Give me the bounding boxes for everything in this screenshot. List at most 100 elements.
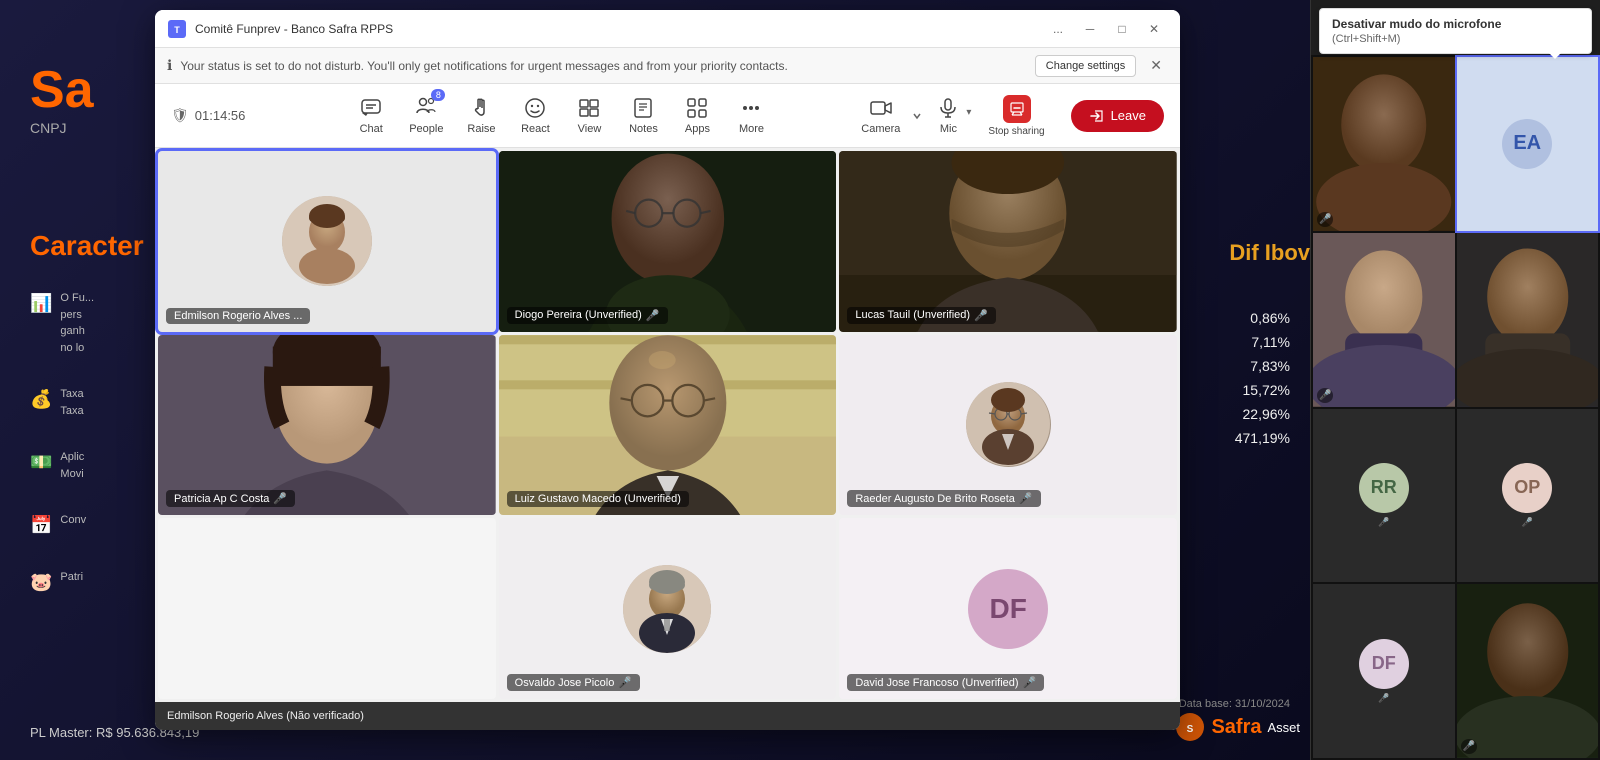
- piggy-bank-icon: 🐷: [30, 569, 52, 596]
- camera-label: Camera: [861, 123, 900, 135]
- thumb-df[interactable]: DF 🎤: [1313, 584, 1455, 758]
- raise-label: Raise: [467, 123, 495, 135]
- cash-icon: 💵: [30, 449, 52, 476]
- info-icon: ℹ: [167, 57, 172, 74]
- camera-group: Camera: [853, 90, 926, 142]
- people-label: People: [409, 123, 443, 135]
- raise-hand-icon: [469, 96, 493, 120]
- camera-button[interactable]: Camera: [853, 90, 908, 141]
- calendar-icon: 📅: [30, 512, 52, 539]
- title-bar: T Comitê Funprev - Banco Safra RPPS ... …: [155, 10, 1180, 48]
- right-participants-panel: Desativar mudo do microfone (Ctrl+Shift+…: [1310, 0, 1600, 760]
- thumb-female-1[interactable]: 🎤: [1313, 233, 1455, 407]
- video-cell-diogo: Diogo Pereira (Unverified) 🎤: [499, 151, 837, 332]
- osvaldo-name: Osvaldo Jose Picolo: [515, 677, 615, 689]
- raeder-avatar: [966, 382, 1051, 467]
- stop-sharing-icon: [1003, 95, 1031, 123]
- name-tag-lucas: Lucas Tauil (Unverified) 🎤: [847, 307, 995, 324]
- name-tag-david: David Jose Francoso (Unverified) 🎤: [847, 674, 1044, 691]
- more-label: More: [739, 123, 764, 135]
- name-tag-diogo: Diogo Pereira (Unverified) 🎤: [507, 307, 668, 324]
- thumb-person-1[interactable]: 🎤: [1313, 57, 1455, 231]
- apps-label: Apps: [685, 123, 710, 135]
- svg-text:T: T: [174, 25, 180, 35]
- leave-label: Leave: [1111, 108, 1146, 123]
- mic-label: Mic: [940, 123, 957, 135]
- ibov-title: Dif Ibov: [1229, 240, 1310, 266]
- stop-sharing-button[interactable]: Stop sharing: [978, 89, 1054, 143]
- patricia-name: Patricia Ap C Costa: [174, 493, 269, 505]
- thumb-ea-avatar: EA: [1502, 119, 1552, 169]
- shield-security-icon: 🛡: [171, 107, 189, 124]
- david-avatar: DF: [968, 569, 1048, 649]
- cnpj: CNPJ: [30, 120, 67, 136]
- maximize-btn[interactable]: □: [1108, 17, 1136, 41]
- diogo-mic-icon: 🎤: [646, 309, 660, 322]
- thumb-male-3[interactable]: 🎤: [1457, 584, 1599, 758]
- people-icon: 8: [414, 96, 438, 120]
- people-button[interactable]: 8 People: [399, 90, 453, 141]
- toolbar: 🛡 01:14:56 Chat: [155, 84, 1180, 148]
- thumb-op-avatar: OP: [1502, 463, 1552, 513]
- apps-icon: [685, 96, 709, 120]
- name-tag-raeder: Raeder Augusto De Brito Roseta 🎤: [847, 490, 1040, 507]
- thumb-op[interactable]: OP 🎤: [1457, 409, 1599, 583]
- close-btn[interactable]: ✕: [1140, 17, 1168, 41]
- view-button[interactable]: View: [563, 90, 615, 141]
- chat-label: Chat: [360, 123, 383, 135]
- data-base: Data base: 31/10/2024: [1179, 698, 1290, 710]
- raise-button[interactable]: Raise: [455, 90, 507, 141]
- teams-window: T Comitê Funprev - Banco Safra RPPS ... …: [155, 10, 1180, 730]
- minimize-btn[interactable]: ─: [1076, 17, 1104, 41]
- video-cell-david: DF David Jose Francoso (Unverified) 🎤: [839, 518, 1177, 699]
- camera-chevron-btn[interactable]: [908, 90, 926, 142]
- people-count-badge: 8: [431, 89, 445, 101]
- react-button[interactable]: React: [509, 90, 561, 141]
- thumb-3-mic: 🎤: [1317, 388, 1333, 403]
- svg-text:S: S: [1187, 724, 1194, 735]
- lucas-name: Lucas Tauil (Unverified): [855, 309, 970, 321]
- raeder-name: Raeder Augusto De Brito Roseta: [855, 493, 1015, 505]
- more-button[interactable]: More: [725, 90, 777, 141]
- stats-values: 0,86% 7,11% 7,83% 15,72% 22,96% 471,19%: [1235, 310, 1290, 446]
- section-title: Caracter: [30, 230, 144, 262]
- notification-bar: ℹ Your status is set to do not disturb. …: [155, 48, 1180, 84]
- mic-tooltip: Desativar mudo do microfone (Ctrl+Shift+…: [1319, 8, 1592, 54]
- timer-value: 01:14:56: [195, 108, 246, 123]
- name-tag-osvaldo: Osvaldo Jose Picolo 🎤: [507, 674, 640, 691]
- safra-branding: S Safra Asset: [1175, 712, 1300, 742]
- mic-button[interactable]: Mic ▾: [926, 90, 978, 141]
- video-cell-raeder: Raeder Augusto De Brito Roseta 🎤: [839, 335, 1177, 516]
- thumb-male-2[interactable]: [1457, 233, 1599, 407]
- thumb-rr[interactable]: RR 🎤: [1313, 409, 1455, 583]
- chat-button[interactable]: Chat: [345, 90, 397, 141]
- diogo-name: Diogo Pereira (Unverified): [515, 309, 642, 321]
- edmilson-avatar: [282, 196, 372, 286]
- change-settings-btn[interactable]: Change settings: [1035, 55, 1137, 77]
- notes-button[interactable]: Notes: [617, 90, 669, 141]
- thumb-ea[interactable]: EA: [1457, 57, 1599, 231]
- lucas-mic-icon: 🎤: [974, 309, 988, 322]
- video-grid: Edmilson Rogerio Alves ...: [155, 148, 1180, 702]
- osvaldo-avatar: [623, 565, 711, 653]
- thumb-rr-avatar: RR: [1359, 463, 1409, 513]
- notes-icon: [631, 96, 655, 120]
- leave-button[interactable]: Leave: [1071, 100, 1164, 132]
- raeder-mic-icon: 🎤: [1019, 492, 1033, 505]
- toolbar-actions: Chat 8 People: [269, 90, 853, 141]
- meeting-timer: 🛡 01:14:56: [171, 107, 245, 124]
- mic-icon: [936, 96, 960, 120]
- thumb-df-avatar: DF: [1359, 639, 1409, 689]
- dismiss-notification-btn[interactable]: ✕: [1144, 55, 1168, 76]
- osvaldo-mic-icon: 🎤: [618, 676, 632, 689]
- react-icon: [523, 96, 547, 120]
- view-icon: [577, 96, 601, 120]
- thumb-8-mic: 🎤: [1461, 739, 1477, 754]
- apps-button[interactable]: Apps: [671, 90, 723, 141]
- video-cell-patricia: Patricia Ap C Costa 🎤: [158, 335, 496, 516]
- more-options-btn[interactable]: ...: [1044, 17, 1072, 41]
- participants-thumbnails: 🎤 EA 🎤: [1311, 55, 1600, 760]
- chat-icon: [359, 96, 383, 120]
- tooltip-shortcut: (Ctrl+Shift+M): [1332, 33, 1400, 45]
- status-bar: Edmilson Rogerio Alves (Não verificado): [155, 702, 1180, 730]
